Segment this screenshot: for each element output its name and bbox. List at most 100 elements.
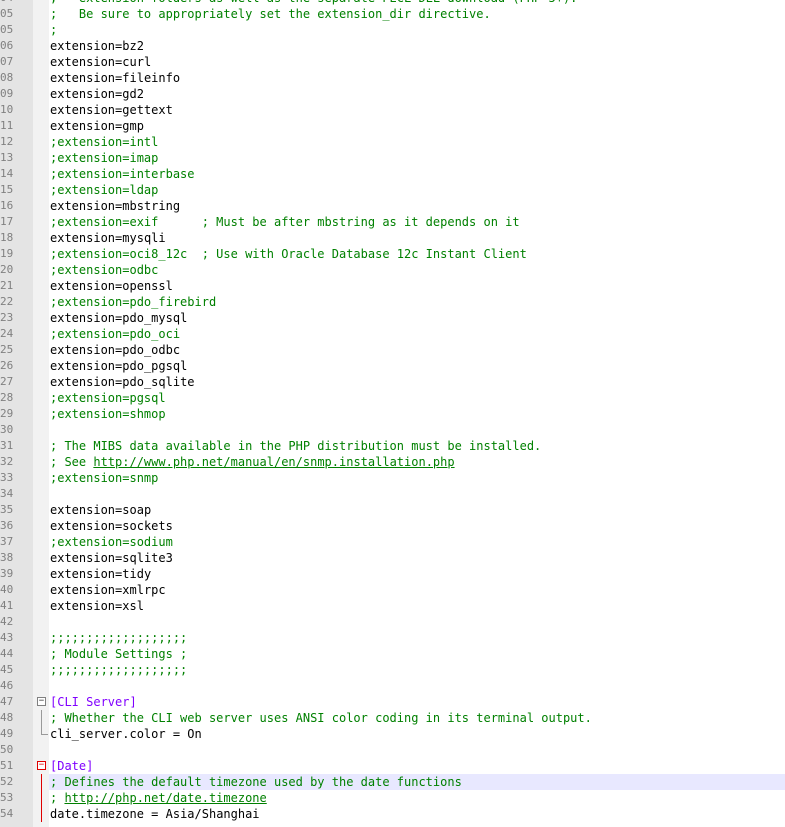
line-number: 16 xyxy=(0,199,14,212)
code-line[interactable]: 44 ; Module Settings ; xyxy=(0,646,785,662)
code-text: ; See http://www.php.net/manual/en/snmp.… xyxy=(50,454,455,470)
code-line[interactable]: 46 xyxy=(0,678,785,694)
directive-value: pdo_mysql xyxy=(122,311,188,325)
code-line[interactable]: 39 extension=tidy xyxy=(0,566,785,582)
line-number: 17 xyxy=(0,215,14,228)
directive-key: extension xyxy=(50,375,116,389)
directive-value: gd2 xyxy=(122,87,144,101)
code-line[interactable]: 09 extension=gd2 xyxy=(0,86,785,102)
code-line[interactable]: 50 xyxy=(0,742,785,758)
directive-value: sqlite3 xyxy=(122,551,173,565)
code-line[interactable]: 22 ;extension=pdo_firebird xyxy=(0,294,785,310)
code-line[interactable]: 07 extension=curl xyxy=(0,54,785,70)
code-line[interactable]: 38 extension=sqlite3 xyxy=(0,550,785,566)
code-line[interactable]: 08 extension=fileinfo xyxy=(0,70,785,86)
line-number: 19 xyxy=(0,247,14,260)
line-number: 49 xyxy=(0,727,14,740)
code-line[interactable]: 43;;;;;;;;;;;;;;;;;;; xyxy=(0,630,785,646)
code-line[interactable]: 18 extension=mysqli xyxy=(0,230,785,246)
code-line[interactable]: 15 ;extension=ldap xyxy=(0,182,785,198)
code-text: ;extension=odbc xyxy=(50,262,158,278)
code-line[interactable]: 28 ;extension=pgsql xyxy=(0,390,785,406)
code-line[interactable]: 32 ; See http://www.php.net/manual/en/snm… xyxy=(0,454,785,470)
code-line[interactable]: 21 extension=openssl xyxy=(0,278,785,294)
comment-text: ;extension=odbc xyxy=(50,263,159,277)
code-line[interactable]: 24 ;extension=pdo_oci xyxy=(0,326,785,342)
code-line[interactable]: 05 ; Be sure to appropriately set the ext… xyxy=(0,6,785,22)
line-number: 20 xyxy=(0,263,14,276)
section-header: [CLI Server] xyxy=(50,695,137,709)
code-line[interactable]: 19 ;extension=oci8_12c ; Use with Oracle … xyxy=(0,246,785,262)
code-line[interactable]: 53; http://php.net/date.timezone xyxy=(0,790,785,806)
code-line[interactable]: 49 cli_server.color = On xyxy=(0,726,785,742)
comment-prefix: ; See xyxy=(50,455,94,469)
code-line[interactable]: 13 ;extension=imap xyxy=(0,150,785,166)
code-line[interactable]: 54 date.timezone = Asia/Shanghai xyxy=(0,806,785,822)
code-line[interactable]: 40 extension=xmlrpc xyxy=(0,582,785,598)
code-line[interactable]: 12 ;extension=intl xyxy=(0,134,785,150)
line-number: 43 xyxy=(0,631,14,644)
code-text: extension=sqlite3 xyxy=(50,550,173,566)
hyperlink[interactable]: http://www.php.net/manual/en/snmp.instal… xyxy=(93,455,454,469)
hyperlink[interactable]: http://php.net/date.timezone xyxy=(64,791,266,805)
line-number: 22 xyxy=(0,295,14,308)
code-line[interactable]: 14 ;extension=interbase xyxy=(0,166,785,182)
code-editor[interactable]: 04; extension folders as well as the sep… xyxy=(0,0,785,822)
code-line[interactable]: 52 ; Defines the default timezone used by… xyxy=(0,774,785,790)
code-line[interactable]: 29 ;extension=shmop xyxy=(0,406,785,422)
directive-key: extension xyxy=(50,551,116,565)
code-line[interactable]: 51 − [Date] xyxy=(0,758,785,774)
line-number: 47 xyxy=(0,695,14,708)
code-line[interactable]: 47 − [CLI Server] xyxy=(0,694,785,710)
code-line[interactable]: 45;;;;;;;;;;;;;;;;;;; xyxy=(0,662,785,678)
directive-key: extension xyxy=(50,279,116,293)
comment-text: ; Module Settings ; xyxy=(50,647,188,661)
directive-key: cli_server.color xyxy=(50,727,173,741)
code-text: ;extension=imap xyxy=(50,150,158,166)
code-line[interactable]: 25 extension=pdo_odbc xyxy=(0,342,785,358)
code-line[interactable]: 20 ;extension=odbc xyxy=(0,262,785,278)
code-text: ;extension=interbase xyxy=(50,166,195,182)
code-line[interactable]: 17 ;extension=exif ; Must be after mbstri… xyxy=(0,214,785,230)
code-line[interactable]: 06 extension=bz2 xyxy=(0,38,785,54)
code-line[interactable]: 37 ;extension=sodium xyxy=(0,534,785,550)
comment-text: ;extension=interbase xyxy=(50,167,195,181)
code-line[interactable]: 11 extension=gmp xyxy=(0,118,785,134)
line-number: 14 xyxy=(0,167,14,180)
code-line[interactable]: 05; xyxy=(0,22,785,38)
directive-key: extension xyxy=(50,231,116,245)
code-text: ; xyxy=(50,22,57,38)
directive-value: mysqli xyxy=(122,231,166,245)
code-line[interactable]: 27 extension=pdo_sqlite xyxy=(0,374,785,390)
code-text: [CLI Server] xyxy=(50,694,137,710)
fold-range-line xyxy=(41,806,42,822)
comment-text: ; Defines the default timezone used by t… xyxy=(50,775,462,789)
code-line[interactable]: 10 extension=gettext xyxy=(0,102,785,118)
directive-value: pdo_sqlite xyxy=(122,375,195,389)
code-line[interactable]: 48 ; Whether the CLI web server uses ANSI… xyxy=(0,710,785,726)
code-line[interactable]: 31 ; The MIBS data available in the PHP d… xyxy=(0,438,785,454)
code-text: ;extension=intl xyxy=(50,134,158,150)
directive-key: extension xyxy=(50,567,116,581)
line-number: 08 xyxy=(0,71,14,84)
code-line[interactable]: 35 extension=soap xyxy=(0,502,785,518)
comment-text: ;extension=ldap xyxy=(50,183,159,197)
line-number: 05 xyxy=(0,7,14,20)
fold-minus-icon[interactable]: − xyxy=(37,697,46,706)
fold-minus-icon[interactable]: − xyxy=(37,761,46,770)
line-number: 18 xyxy=(0,231,14,244)
code-line[interactable]: 36 extension=sockets xyxy=(0,518,785,534)
line-number: 36 xyxy=(0,519,14,532)
code-line[interactable]: 33 ;extension=snmp xyxy=(0,470,785,486)
section-header: [Date] xyxy=(50,759,94,773)
code-line[interactable]: 42 xyxy=(0,614,785,630)
code-line[interactable]: 16 extension=mbstring xyxy=(0,198,785,214)
code-line[interactable]: 30 xyxy=(0,422,785,438)
code-text: ; Defines the default timezone used by t… xyxy=(50,774,462,790)
code-line[interactable]: 26 extension=pdo_pgsql xyxy=(0,358,785,374)
line-number: 46 xyxy=(0,679,14,692)
code-line[interactable]: 41 extension=xsl xyxy=(0,598,785,614)
fold-range-line xyxy=(41,710,42,726)
code-line[interactable]: 34 xyxy=(0,486,785,502)
code-line[interactable]: 23 extension=pdo_mysql xyxy=(0,310,785,326)
